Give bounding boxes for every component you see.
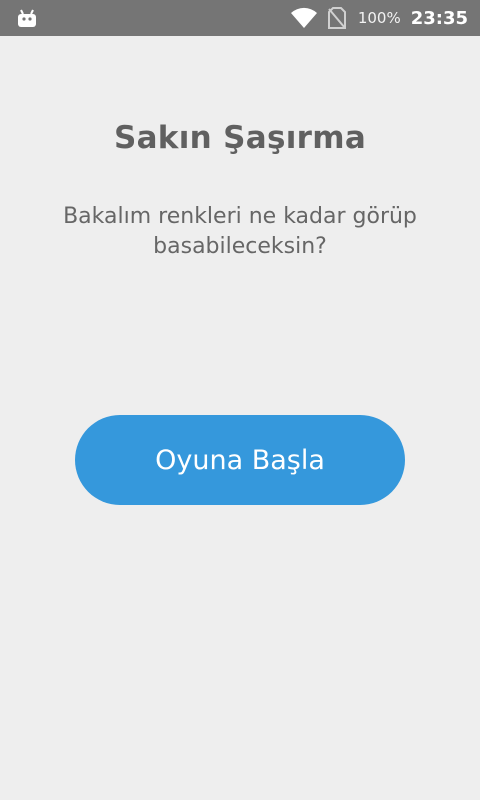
- android-icon: [18, 9, 36, 27]
- no-sim-icon: [327, 7, 346, 29]
- page-title: Sakın Şaşırma: [113, 120, 367, 156]
- start-game-button[interactable]: Oyuna Başla: [75, 415, 405, 505]
- page-subtitle: Bakalım renkleri ne kadar görüp basabile…: [63, 204, 417, 259]
- status-bar: 100% 23:35: [0, 0, 480, 36]
- status-icons: 100% 23:35: [290, 0, 468, 36]
- main-screen: Sakın Şaşırma Bakalım renkleri ne kadar …: [0, 36, 480, 800]
- battery-percentage: 100%: [357, 9, 401, 27]
- clock: 23:35: [410, 7, 468, 29]
- wifi-icon: [290, 7, 317, 28]
